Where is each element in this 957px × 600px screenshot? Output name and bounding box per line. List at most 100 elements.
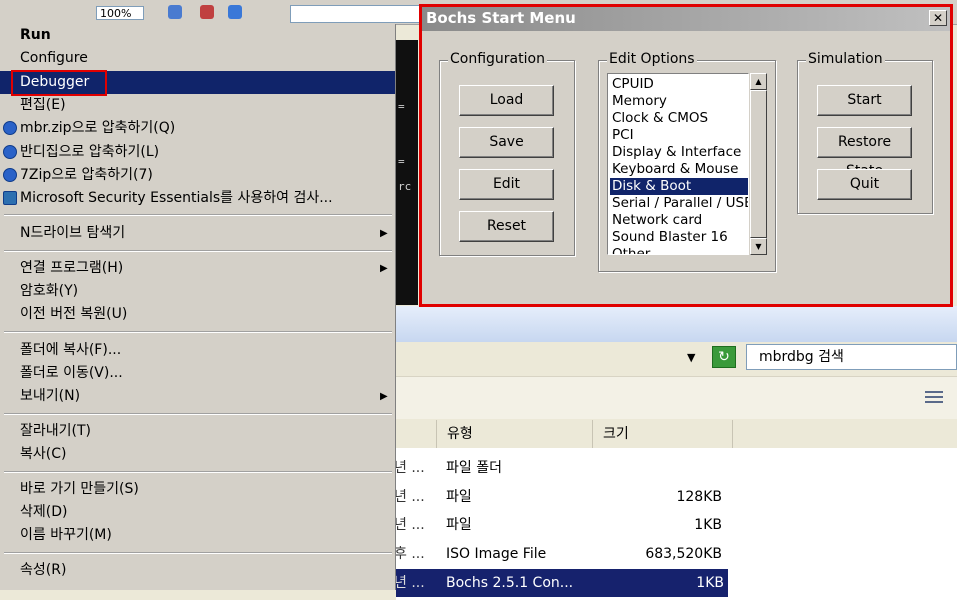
- menu-item-rename[interactable]: 이름 바꾸기(M): [0, 524, 395, 547]
- toolbar-icon[interactable]: [200, 5, 214, 19]
- menu-item-label: 폴더로 이동(V)...: [20, 365, 123, 381]
- start-button[interactable]: Start: [817, 85, 912, 116]
- menu-separator: [4, 413, 392, 415]
- dialog-titlebar[interactable]: Bochs Start Menu ✕: [422, 7, 950, 31]
- submenu-arrow-icon: ▶: [380, 391, 388, 402]
- toolbar-icon[interactable]: [168, 5, 182, 19]
- bochs-start-menu-dialog: Bochs Start Menu ✕ Configuration Load Sa…: [419, 4, 953, 307]
- save-button[interactable]: Save: [459, 127, 554, 158]
- menu-item-edit[interactable]: 편집(E): [0, 94, 395, 117]
- menu-item-security-scan[interactable]: Microsoft Security Essentials를 사용하여 검사..…: [0, 187, 395, 210]
- menu-separator: [4, 250, 392, 252]
- menu-item-label: Configure: [20, 50, 88, 66]
- column-type-header[interactable]: 유형: [436, 420, 592, 448]
- shield-icon: [3, 191, 17, 205]
- command-bar: [396, 376, 957, 419]
- menu-item-open-with[interactable]: 연결 프로그램(H) ▶: [0, 257, 395, 280]
- edit-options-group: Edit Options CPUID Memory Clock & CMOS P…: [598, 51, 776, 272]
- scroll-up-icon[interactable]: ▲: [750, 73, 767, 90]
- row-size: 128KB: [676, 489, 722, 505]
- terminal-panel: = = rc: [396, 40, 418, 305]
- refresh-icon[interactable]: ↻: [712, 346, 736, 368]
- row-date: 년 ...: [394, 575, 425, 591]
- menu-item-configure[interactable]: Configure: [0, 47, 395, 70]
- address-bar-row: ▼ ↻ mbrdbg 검색: [396, 342, 957, 374]
- load-button[interactable]: Load: [459, 85, 554, 116]
- menu-item-send-to[interactable]: 보내기(N) ▶: [0, 385, 395, 408]
- list-item-cpuid[interactable]: CPUID: [610, 76, 746, 93]
- list-item-keyboard-mouse[interactable]: Keyboard & Mouse: [610, 161, 746, 178]
- list-item-sound-blaster[interactable]: Sound Blaster 16: [610, 229, 746, 246]
- menu-item-create-shortcut[interactable]: 바로 가기 만들기(S): [0, 478, 395, 501]
- simulation-legend: Simulation: [806, 51, 885, 67]
- edit-options-legend: Edit Options: [607, 51, 697, 67]
- menu-item-bandizip[interactable]: 반디집으로 압축하기(L): [0, 141, 395, 164]
- scroll-thumb[interactable]: [750, 90, 767, 238]
- list-item-serial-parallel-usb[interactable]: Serial / Parallel / USB: [610, 195, 748, 212]
- simulation-group: Simulation Start Restore State Quit: [797, 51, 933, 214]
- row-date: 년 ...: [394, 460, 425, 476]
- zoom-select[interactable]: 100%: [96, 6, 144, 20]
- list-item-memory[interactable]: Memory: [610, 93, 746, 110]
- close-icon[interactable]: ✕: [929, 10, 947, 26]
- row-size: 683,520KB: [645, 546, 722, 562]
- view-options-icon[interactable]: [925, 391, 943, 405]
- menu-item-label: 7Zip으로 압축하기(7): [20, 167, 153, 183]
- row-type: 파일: [446, 517, 472, 533]
- list-item-disk-boot-selected[interactable]: Disk & Boot: [610, 178, 748, 195]
- menu-item-label: 보내기(N): [20, 388, 81, 404]
- list-item-pci[interactable]: PCI: [610, 127, 746, 144]
- row-type: 파일: [446, 489, 472, 505]
- listbox-scrollbar[interactable]: ▲ ▼: [749, 73, 767, 255]
- row-date: 년 ...: [394, 489, 425, 505]
- table-row-selected[interactable]: 년 ... Bochs 2.5.1 Con... 1KB: [394, 569, 728, 597]
- menu-item-copy-to-folder[interactable]: 폴더에 복사(F)...: [0, 339, 395, 362]
- page-field[interactable]: [290, 5, 422, 23]
- table-row[interactable]: 년 ... 파일 128KB: [394, 483, 957, 511]
- address-dropdown-icon[interactable]: ▼: [687, 351, 695, 364]
- list-item-display[interactable]: Display & Interface: [610, 144, 746, 161]
- reset-button[interactable]: Reset: [459, 211, 554, 242]
- menu-item-ndrive[interactable]: N드라이브 탐색기 ▶: [0, 222, 395, 245]
- scroll-down-icon[interactable]: ▼: [750, 238, 767, 255]
- menu-separator: [4, 214, 392, 216]
- toolbar-icon[interactable]: [228, 5, 242, 19]
- menu-item-run[interactable]: Run: [0, 24, 395, 47]
- edit-button[interactable]: Edit: [459, 169, 554, 200]
- explorer-header-band: [396, 306, 957, 342]
- menu-item-7zip[interactable]: 7Zip으로 압축하기(7): [0, 164, 395, 187]
- menu-item-move-to-folder[interactable]: 폴더로 이동(V)...: [0, 362, 395, 385]
- menu-item-label: 폴더에 복사(F)...: [20, 342, 122, 358]
- table-row[interactable]: 년 ... 파일 1KB: [394, 511, 957, 539]
- configuration-group: Configuration Load Save Edit Reset: [439, 51, 575, 256]
- menu-item-label: mbr.zip으로 압축하기(Q): [20, 120, 176, 136]
- menu-item-label: 삭제(D): [20, 504, 68, 520]
- row-type: ISO Image File: [446, 546, 547, 562]
- list-item-network-card[interactable]: Network card: [610, 212, 746, 229]
- row-size: 1KB: [696, 575, 724, 591]
- table-row[interactable]: 년 ... 파일 폴더: [394, 454, 957, 482]
- menu-item-label: 속성(R): [20, 562, 67, 578]
- column-size-header[interactable]: 크기: [592, 420, 732, 448]
- search-input[interactable]: mbrdbg 검색: [746, 344, 957, 370]
- edit-options-listbox[interactable]: CPUID Memory Clock & CMOS PCI Display & …: [607, 73, 749, 255]
- menu-item-properties[interactable]: 속성(R): [0, 559, 395, 582]
- row-type: Bochs 2.5.1 Con...: [446, 575, 574, 591]
- dialog-title: Bochs Start Menu: [426, 9, 576, 27]
- menu-item-delete[interactable]: 삭제(D): [0, 501, 395, 524]
- menu-item-label: 편집(E): [20, 97, 66, 113]
- list-item-other[interactable]: Other: [610, 246, 746, 254]
- menu-item-restore-previous[interactable]: 이전 버전 복원(U): [0, 303, 395, 326]
- menu-item-encrypt[interactable]: 암호화(Y): [0, 280, 395, 303]
- list-item-clock-cmos[interactable]: Clock & CMOS: [610, 110, 746, 127]
- menu-separator: [4, 552, 392, 554]
- restore-state-button[interactable]: Restore State: [817, 127, 912, 179]
- menu-item-copy[interactable]: 복사(C): [0, 443, 395, 466]
- zip-icon: [3, 168, 17, 182]
- menu-item-cut[interactable]: 잘라내기(T): [0, 420, 395, 443]
- menu-item-zip-mbr[interactable]: mbr.zip으로 압축하기(Q): [0, 117, 395, 140]
- table-row[interactable]: 후 ... ISO Image File 683,520KB: [394, 540, 957, 568]
- menu-item-label: N드라이브 탐색기: [20, 225, 126, 241]
- quit-button[interactable]: Quit: [817, 169, 912, 200]
- menu-item-label: 반디집으로 압축하기(L): [20, 144, 160, 160]
